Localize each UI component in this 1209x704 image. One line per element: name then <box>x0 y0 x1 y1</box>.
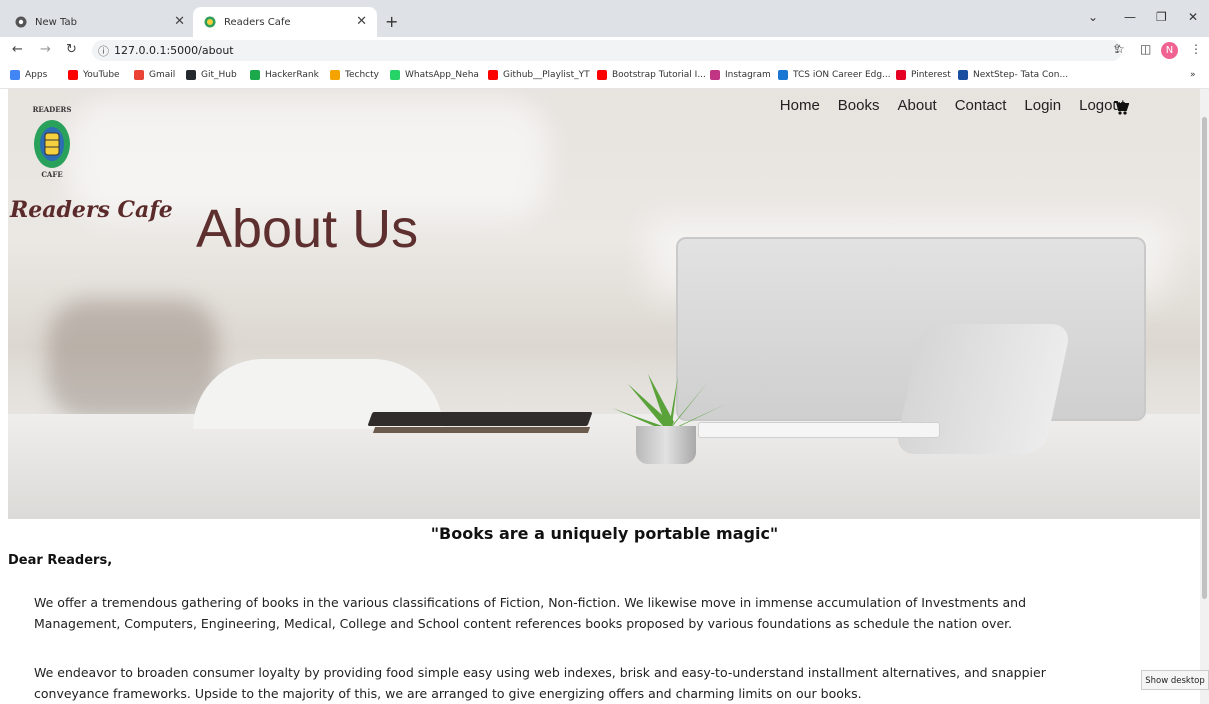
bookmark-item[interactable]: Instagram <box>710 70 771 80</box>
nav-home[interactable]: Home <box>780 97 820 114</box>
more-bookmarks-icon[interactable]: » <box>1190 70 1196 80</box>
bookmarks-bar: Apps YouTube Gmail Git_Hub HackerRank Techcty… <box>0 64 1209 89</box>
bookmark-item[interactable]: TCS iON Career Edg... <box>778 70 891 80</box>
hero-background-figure <box>48 299 218 419</box>
bookmark-icon <box>710 70 720 80</box>
bookmark-label: Instagram <box>725 70 771 80</box>
site-nav: Home Books About Contact Login Logout <box>780 97 1125 114</box>
hero-plant-pot <box>636 426 696 464</box>
bookmark-item[interactable]: YouTube <box>68 70 120 80</box>
bookmark-label: TCS iON Career Edg... <box>793 70 891 80</box>
bookmark-item[interactable]: HackerRank <box>250 70 319 80</box>
bookmark-icon <box>390 70 400 80</box>
bookmark-star-icon[interactable]: ☆ <box>1114 42 1125 56</box>
brand-name: Readers Cafe <box>10 197 173 223</box>
tab-search-icon[interactable]: ⌄ <box>1088 10 1098 24</box>
bookmark-icon <box>958 70 968 80</box>
bookmark-label: Pinterest <box>911 70 951 80</box>
bookmark-item[interactable]: WhatsApp_Neha <box>390 70 479 80</box>
hero-banner <box>8 89 1200 519</box>
bookmark-icon <box>488 70 498 80</box>
omnibox[interactable]: ⓘ 127.0.0.1:5000/about ⇪ <box>92 40 1122 61</box>
bookmark-item[interactable]: NextStep- Tata Con... <box>958 70 1068 80</box>
side-panel-icon[interactable]: ◫ <box>1140 42 1151 56</box>
hero-keyboard <box>698 422 940 438</box>
hero-notebook <box>372 427 591 433</box>
scrollbar-thumb[interactable] <box>1202 117 1207 599</box>
bookmark-item[interactable]: Techcty <box>330 70 379 80</box>
quote-text: "Books are a uniquely portable magic" <box>430 524 779 543</box>
tab-label: New Tab <box>35 16 77 28</box>
bookmark-label: WhatsApp_Neha <box>405 70 479 80</box>
bookmark-item[interactable]: Github__Playlist_YT <box>488 70 590 80</box>
bookmark-item[interactable]: Apps <box>10 70 47 80</box>
nav-books[interactable]: Books <box>838 97 880 114</box>
bookmark-item[interactable]: Pinterest <box>896 70 951 80</box>
nav-contact[interactable]: Contact <box>955 97 1007 114</box>
page-scrollbar[interactable] <box>1200 89 1209 704</box>
back-icon[interactable]: ← <box>12 42 23 57</box>
bookmark-item[interactable]: Gmail <box>134 70 175 80</box>
url-text[interactable]: 127.0.0.1:5000/about <box>114 44 234 57</box>
plant-icon <box>612 374 726 432</box>
browser-tab-bar: New Tab ✕ Readers Cafe ✕ + ⌄ — ❐ ✕ <box>0 0 1209 37</box>
nav-about[interactable]: About <box>898 97 937 114</box>
bookmark-label: Techcty <box>345 70 379 80</box>
hero-notebook <box>367 412 593 426</box>
info-icon[interactable]: ⓘ <box>98 43 109 59</box>
bookmark-icon <box>330 70 340 80</box>
bookmark-icon <box>186 70 196 80</box>
restore-icon[interactable]: ❐ <box>1156 10 1167 24</box>
about-paragraph: We endeavor to broaden consumer loyalty … <box>34 665 1046 701</box>
bookmark-icon <box>68 70 78 80</box>
bookmark-icon <box>896 70 906 80</box>
about-paragraph: We offer a tremendous gathering of books… <box>34 595 1027 631</box>
address-toolbar: ← → ↻ ⓘ 127.0.0.1:5000/about ⇪ ☆ ◫ ⋮ <box>0 37 1209 64</box>
bookmark-icon <box>597 70 607 80</box>
show-desktop-tooltip: Show desktop <box>1141 670 1209 690</box>
tab-new-tab[interactable]: New Tab ✕ <box>14 7 199 37</box>
page-title: About Us <box>196 199 419 259</box>
logo-top-text: READERS <box>33 105 72 114</box>
bookmark-label: YouTube <box>83 70 120 80</box>
site-favicon-icon <box>203 16 216 29</box>
nav-login[interactable]: Login <box>1024 97 1061 114</box>
forward-icon[interactable]: → <box>40 42 51 57</box>
bookmark-label: NextStep- Tata Con... <box>973 70 1069 80</box>
bookmark-icon <box>134 70 144 80</box>
close-icon[interactable]: ✕ <box>174 15 185 28</box>
tab-readers-cafe[interactable]: Readers Cafe ✕ <box>193 7 377 37</box>
bookmark-item[interactable]: Bootstrap Tutorial I... <box>597 70 706 80</box>
minimize-icon[interactable]: — <box>1124 10 1136 24</box>
bookmark-label: Git_Hub <box>201 70 237 80</box>
bookmark-label: Bootstrap Tutorial I... <box>612 70 706 80</box>
menu-icon[interactable]: ⋮ <box>1190 42 1202 56</box>
bookmark-label: Gmail <box>149 70 176 80</box>
bookmark-icon <box>10 70 20 80</box>
chrome-icon <box>14 16 27 29</box>
close-icon[interactable]: ✕ <box>356 15 367 28</box>
cart-icon[interactable] <box>1113 100 1129 116</box>
reload-icon[interactable]: ↻ <box>66 42 77 57</box>
tab-label: Readers Cafe <box>224 16 291 28</box>
bookmark-icon <box>778 70 788 80</box>
window-close-icon[interactable]: ✕ <box>1188 10 1198 24</box>
logo-bottom-text: CAFE <box>41 170 62 179</box>
greeting-text: Dear Readers, <box>8 553 113 568</box>
bookmark-item[interactable]: Git_Hub <box>186 70 237 80</box>
new-tab-icon[interactable]: + <box>385 12 398 31</box>
profile-avatar[interactable]: N <box>1161 42 1178 59</box>
bookmark-label: Apps <box>25 70 48 80</box>
bookmark-label: HackerRank <box>265 70 319 80</box>
bookmark-icon <box>250 70 260 80</box>
readers-cafe-logo[interactable]: READERS CAFE <box>30 100 75 180</box>
bookmark-label: Github__Playlist_YT <box>503 70 590 80</box>
